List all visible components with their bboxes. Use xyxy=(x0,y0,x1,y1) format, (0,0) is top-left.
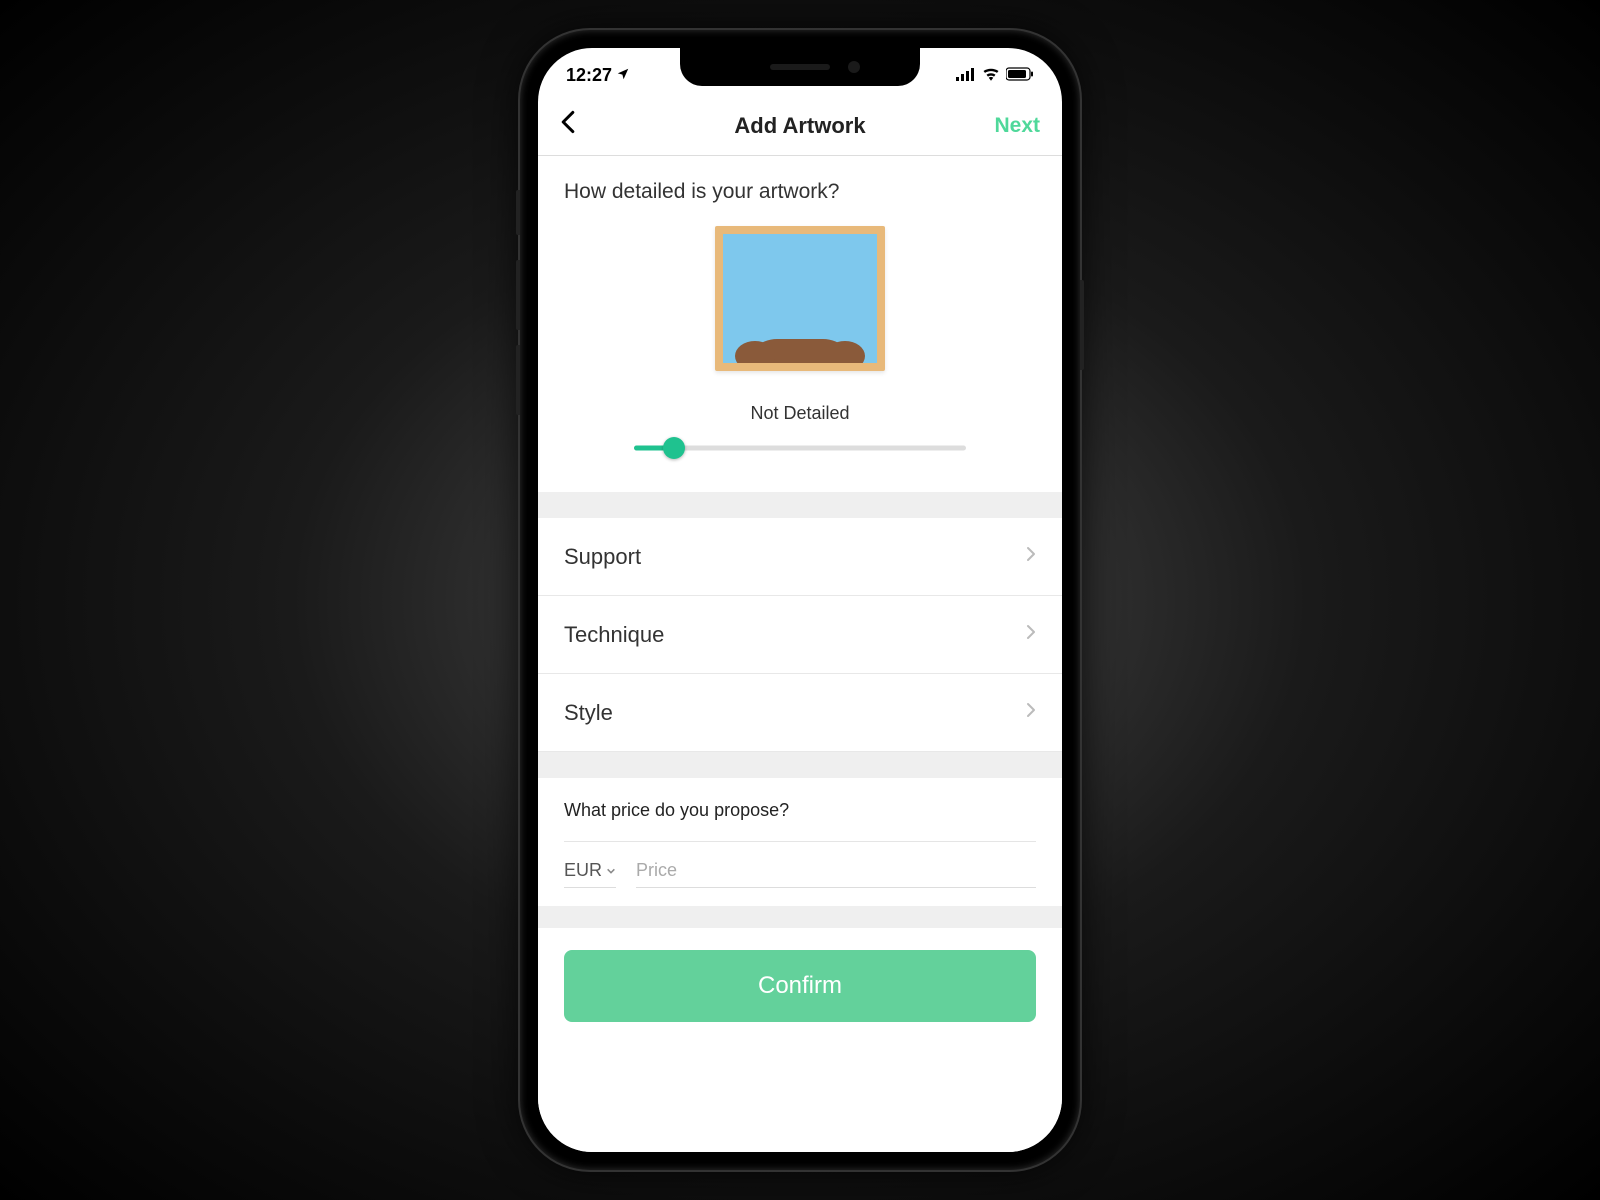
price-question: What price do you propose? xyxy=(564,800,1036,842)
price-section: What price do you propose? EUR xyxy=(538,778,1062,906)
chevron-right-icon xyxy=(1026,545,1036,568)
navigation-bar: Add Artwork Next xyxy=(538,96,1062,156)
price-input[interactable] xyxy=(636,860,1036,888)
notch xyxy=(680,48,920,86)
status-time: 12:27 xyxy=(566,65,612,86)
artwork-canvas xyxy=(723,234,877,363)
list-row-label: Support xyxy=(564,544,641,570)
artwork-frame xyxy=(715,226,885,371)
list-row-technique[interactable]: Technique xyxy=(538,596,1062,674)
section-spacer xyxy=(538,752,1062,778)
list-row-support[interactable]: Support xyxy=(538,518,1062,596)
wifi-icon xyxy=(982,65,1000,86)
chevron-right-icon xyxy=(1026,701,1036,724)
list-row-label: Style xyxy=(564,700,613,726)
section-spacer xyxy=(538,906,1062,928)
slider-thumb[interactable] xyxy=(663,437,685,459)
detail-section: How detailed is your artwork? Not Detail… xyxy=(538,156,1062,492)
next-button[interactable]: Next xyxy=(980,114,1040,138)
detail-question: How detailed is your artwork? xyxy=(564,180,1036,204)
chevron-right-icon xyxy=(1026,623,1036,646)
chevron-down-icon xyxy=(606,860,616,881)
section-spacer xyxy=(538,492,1062,518)
back-button[interactable] xyxy=(560,110,620,141)
phone-frame: 12:27 Add Artwork xyxy=(520,30,1080,1170)
confirm-button[interactable]: Confirm xyxy=(564,950,1036,1022)
location-arrow-icon xyxy=(616,65,630,86)
currency-value: EUR xyxy=(564,860,602,881)
list-row-style[interactable]: Style xyxy=(538,674,1062,752)
detail-slider-label: Not Detailed xyxy=(564,389,1036,436)
cellular-signal-icon xyxy=(956,65,976,86)
detail-slider[interactable] xyxy=(634,436,966,460)
list-row-label: Technique xyxy=(564,622,664,648)
battery-icon xyxy=(1006,65,1034,86)
currency-select[interactable]: EUR xyxy=(564,860,616,888)
artwork-preview xyxy=(564,204,1036,389)
page-title: Add Artwork xyxy=(734,113,865,139)
content-area: How detailed is your artwork? Not Detail… xyxy=(538,156,1062,1152)
screen: 12:27 Add Artwork xyxy=(538,48,1062,1152)
